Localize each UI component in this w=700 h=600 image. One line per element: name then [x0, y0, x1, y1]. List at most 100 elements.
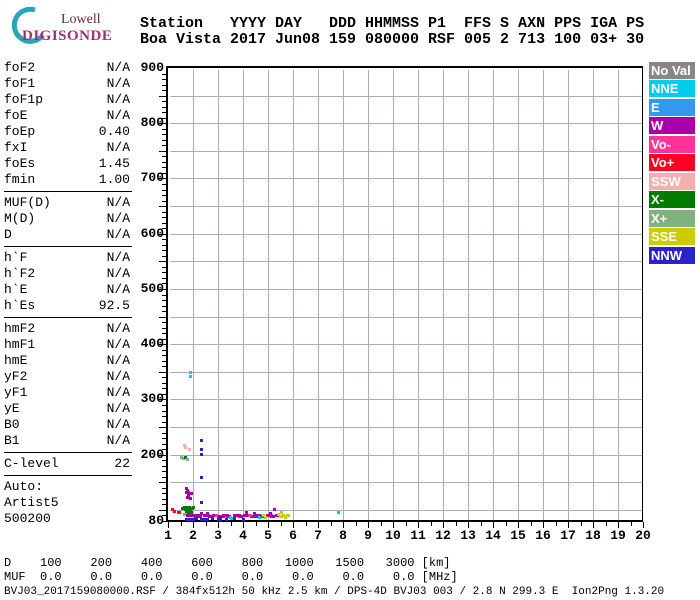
echo-point: [233, 517, 236, 520]
gridline-vertical: [593, 70, 594, 520]
echo-point: [205, 518, 209, 521]
gridline-horizontal: [170, 372, 642, 373]
x-axis-tick: [181, 522, 182, 526]
gridline-vertical: [468, 70, 469, 520]
y-axis-tick: [162, 195, 166, 196]
y-axis-tick: [162, 256, 166, 257]
legend-entry-nnw: NNW: [649, 247, 695, 264]
x-axis-label: 8: [332, 529, 354, 543]
y-axis-tick: [162, 355, 166, 356]
y-axis-tick: [162, 300, 166, 301]
x-axis-label: 10: [382, 529, 404, 543]
echo-point: [200, 448, 203, 451]
x-axis-tick: [331, 522, 332, 526]
gridline-vertical: [393, 70, 394, 520]
echo-point: [200, 512, 203, 515]
y-axis-label: 200: [133, 448, 164, 462]
legend-entry-e: E: [649, 99, 695, 116]
y-axis-tick: [162, 190, 166, 191]
y-axis-tick: [162, 134, 166, 135]
gridline-vertical: [618, 70, 619, 520]
y-axis-tick: [162, 493, 166, 494]
echo-point: [286, 514, 290, 517]
y-axis-tick: [159, 151, 166, 152]
y-axis-tick: [162, 488, 166, 489]
gridline-horizontal: [170, 344, 642, 345]
echo-point: [337, 511, 340, 514]
gridline-vertical: [343, 70, 344, 520]
echo-point: [215, 514, 218, 517]
x-axis-label: 7: [307, 529, 329, 543]
y-axis-tick: [162, 383, 166, 384]
gridline-vertical: [268, 70, 269, 520]
y-axis-tick: [162, 433, 166, 434]
echo-point: [194, 517, 198, 520]
y-axis-tick: [162, 167, 166, 168]
y-axis-tick: [162, 245, 166, 246]
y-axis-label: 700: [133, 171, 164, 185]
echo-point: [177, 511, 181, 514]
y-axis-tick: [162, 499, 166, 500]
y-axis-tick: [159, 96, 166, 97]
x-axis-tick: [631, 522, 632, 526]
y-axis-tick: [162, 328, 166, 329]
echo-point: [189, 497, 192, 500]
x-axis-tick: [406, 522, 407, 526]
plot-frame: [166, 66, 643, 522]
legend-entry-ssw: SSW: [649, 173, 695, 190]
y-axis-tick: [162, 250, 166, 251]
x-axis-tick: [606, 522, 607, 526]
y-axis-tick: [162, 416, 166, 417]
y-axis-tick: [162, 377, 166, 378]
echo-point: [218, 517, 222, 520]
gridline-vertical: [368, 70, 369, 520]
distance-row: D 100 200 400 600 800 1000 1500 3000 [km…: [4, 556, 450, 570]
x-axis-label: 11: [407, 529, 429, 543]
y-axis-tick: [162, 466, 166, 467]
gridline-vertical: [218, 70, 219, 520]
gridline-horizontal: [170, 123, 642, 124]
y-axis-tick: [162, 333, 166, 334]
y-axis-label: 600: [133, 227, 164, 241]
gridline-horizontal: [170, 455, 642, 456]
ionogram-chart: 1234567891011121314151617181920900800700…: [0, 0, 700, 600]
x-axis-label: 15: [507, 529, 529, 543]
echo-point: [248, 514, 252, 517]
gridline-horizontal: [170, 482, 642, 483]
x-axis-label: 20: [632, 529, 654, 543]
y-axis-tick: [162, 201, 166, 202]
x-axis-tick: [481, 522, 482, 526]
x-axis-label: 16: [532, 529, 554, 543]
y-axis-tick: [162, 162, 166, 163]
legend-entry-vo+: Vo+: [649, 154, 695, 171]
echo-point: [188, 448, 191, 451]
echo-point: [190, 492, 193, 495]
y-axis-tick: [159, 206, 166, 207]
gridline-vertical: [543, 70, 544, 520]
x-axis-label: 19: [607, 529, 629, 543]
y-axis-label: 900: [133, 61, 164, 75]
echo-point: [200, 439, 203, 442]
gridline-horizontal: [170, 261, 642, 262]
echo-point: [242, 518, 245, 521]
x-axis-label: 4: [232, 529, 254, 543]
y-axis-label: 500: [133, 282, 164, 296]
ionogram-viewer: Lowell DIGISONDE Station YYYY DAY DDD HH…: [0, 0, 700, 600]
muf-row: MUF 0.0 0.0 0.0 0.0 0.0 0.0 0.0 0.0 [MHz…: [4, 570, 458, 584]
echo-point: [280, 511, 283, 514]
echo-point: [253, 512, 256, 515]
y-axis-tick: [162, 444, 166, 445]
gridline-vertical: [443, 70, 444, 520]
gridline-horizontal: [170, 178, 642, 179]
gridline-horizontal: [170, 206, 642, 207]
y-axis-tick: [159, 510, 166, 511]
y-axis-tick: [162, 156, 166, 157]
y-axis-tick: [162, 388, 166, 389]
echo-point: [200, 501, 203, 504]
legend-entry-no-val: No Val: [649, 62, 695, 79]
x-axis-tick: [581, 522, 582, 526]
echo-point: [186, 458, 189, 461]
y-axis-tick: [162, 306, 166, 307]
x-axis-tick: [206, 522, 207, 526]
echo-point: [189, 371, 192, 374]
